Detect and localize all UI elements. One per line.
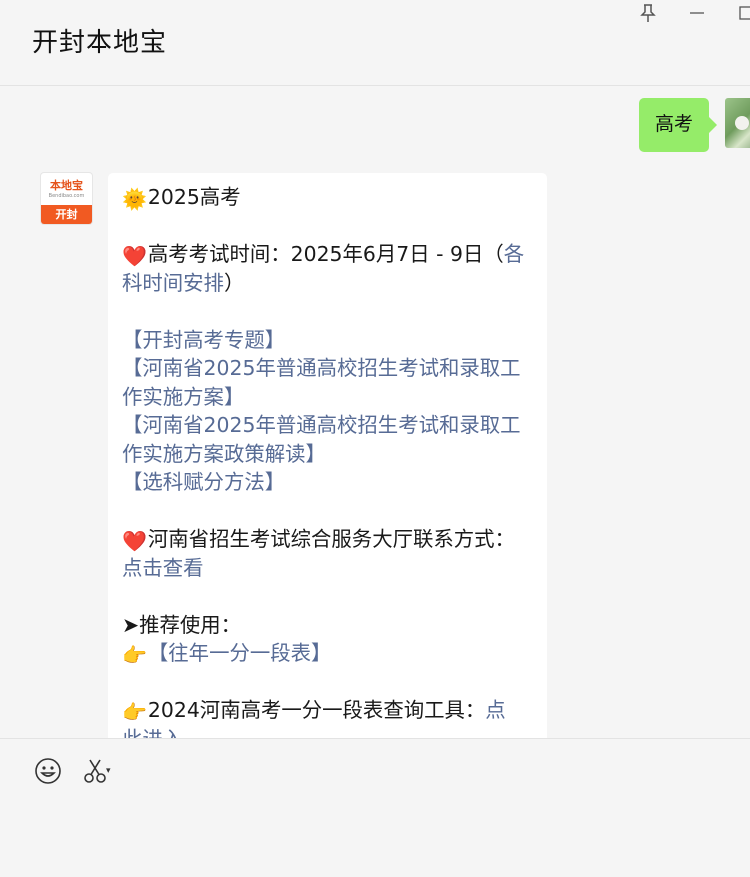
plan-link-cont[interactable]: 作实施方案】	[122, 385, 244, 409]
heart-icon: ❤️	[122, 244, 147, 268]
chevron-down-icon[interactable]: ▾	[106, 766, 111, 776]
plan-link-line-2: 作实施方案】	[122, 383, 533, 412]
score-table-link[interactable]: 往年一分一段表	[168, 641, 311, 665]
message-composer[interactable]: ▾	[0, 738, 750, 877]
exam-year-text: 2025高考	[147, 185, 241, 209]
minimize-icon-graphic	[690, 12, 704, 14]
subject-scoring-link[interactable]: 【选科赋分方法】	[122, 470, 285, 494]
exam-time-text: 高考考试时间：2025年6月7日 - 9日（	[147, 242, 504, 266]
query-tool-text: 2024河南高考一分一段表查询工具：	[147, 698, 486, 722]
exam-time-line: ❤️高考考试时间：2025年6月7日 - 9日（各科时间安排）	[122, 240, 533, 297]
score-table-line: 👉【往年一分一段表】	[122, 639, 533, 668]
contact-text: 河南省招生考试综合服务大厅联系方式：	[147, 527, 515, 551]
plan-link-line-1: 【河南省2025年普通高校招生考试和录取工	[122, 354, 533, 383]
maximize-icon-graphic	[739, 6, 750, 20]
emoji-icon-graphic	[35, 758, 61, 784]
policy-link-cont[interactable]: 作实施方案政策解读】	[122, 442, 326, 466]
topic-link-line: 【开封高考专题】	[122, 326, 533, 355]
policy-link[interactable]: 【河南省2025年普通高校招生考试和录取工	[122, 413, 521, 437]
exam-year-line: 🌞2025高考	[122, 183, 533, 212]
scissors-icon-graphic	[84, 759, 106, 783]
chat-title: 开封本地宝	[32, 28, 168, 58]
recommend-line: ➤推荐使用：	[122, 612, 242, 637]
outgoing-message[interactable]: 高考	[638, 98, 718, 152]
score-table-bracket-close[interactable]: 】	[311, 641, 331, 665]
plan-link[interactable]: 【河南省2025年普通高校招生考试和录取工	[122, 356, 521, 380]
emoji-icon[interactable]	[34, 757, 62, 792]
contact-link-line: 点击查看	[122, 554, 533, 583]
maximize-icon[interactable]	[739, 2, 750, 24]
pin-icon-graphic	[640, 4, 656, 22]
query-tool-link-cont[interactable]: 此进入	[122, 727, 183, 739]
check-link[interactable]: 点击查看	[122, 556, 204, 580]
sun-icon: 🌞	[122, 187, 147, 211]
chat-area[interactable]: 高考 本地宝 Bendibao.com 开封 🌞2025高考 ❤️高考考试时间：…	[0, 87, 750, 738]
score-table-bracket-open[interactable]: 【	[148, 641, 168, 665]
policy-link-line-1: 【河南省2025年普通高校招生考试和录取工	[122, 411, 533, 440]
incoming-message[interactable]: 🌞2025高考 ❤️高考考试时间：2025年6月7日 - 9日（各科时间安排） …	[108, 173, 547, 738]
query-tool-link-line: 此进入	[122, 725, 533, 739]
avatar-logo-city: 开封	[41, 205, 92, 224]
subject-link-line: 【选科赋分方法】	[122, 468, 533, 497]
self-avatar[interactable]	[725, 98, 750, 148]
contact-line: ❤️河南省招生考试综合服务大厅联系方式：	[122, 525, 533, 554]
screenshot-scissors-icon[interactable]	[83, 757, 107, 791]
avatar-logo-domain: Bendibao.com	[48, 193, 85, 199]
window-header: 开封本地宝	[0, 0, 750, 86]
pointing-hand-icon: 👉	[122, 700, 147, 724]
avatar-logo-text: 本地宝	[50, 179, 83, 192]
topic-link[interactable]: 【开封高考专题】	[122, 328, 285, 352]
exam-time-close: ）	[223, 270, 245, 295]
query-tool-link[interactable]: 点	[485, 698, 505, 722]
heart-icon: ❤️	[122, 529, 147, 553]
pointing-hand-icon: 👉	[122, 643, 147, 667]
query-tool-line: 👉2024河南高考一分一段表查询工具：点	[122, 696, 533, 725]
account-avatar[interactable]: 本地宝 Bendibao.com 开封	[41, 173, 92, 224]
minimize-icon[interactable]	[688, 2, 706, 24]
pin-icon[interactable]	[640, 2, 656, 24]
policy-link-line-2: 作实施方案政策解读】	[122, 440, 533, 469]
